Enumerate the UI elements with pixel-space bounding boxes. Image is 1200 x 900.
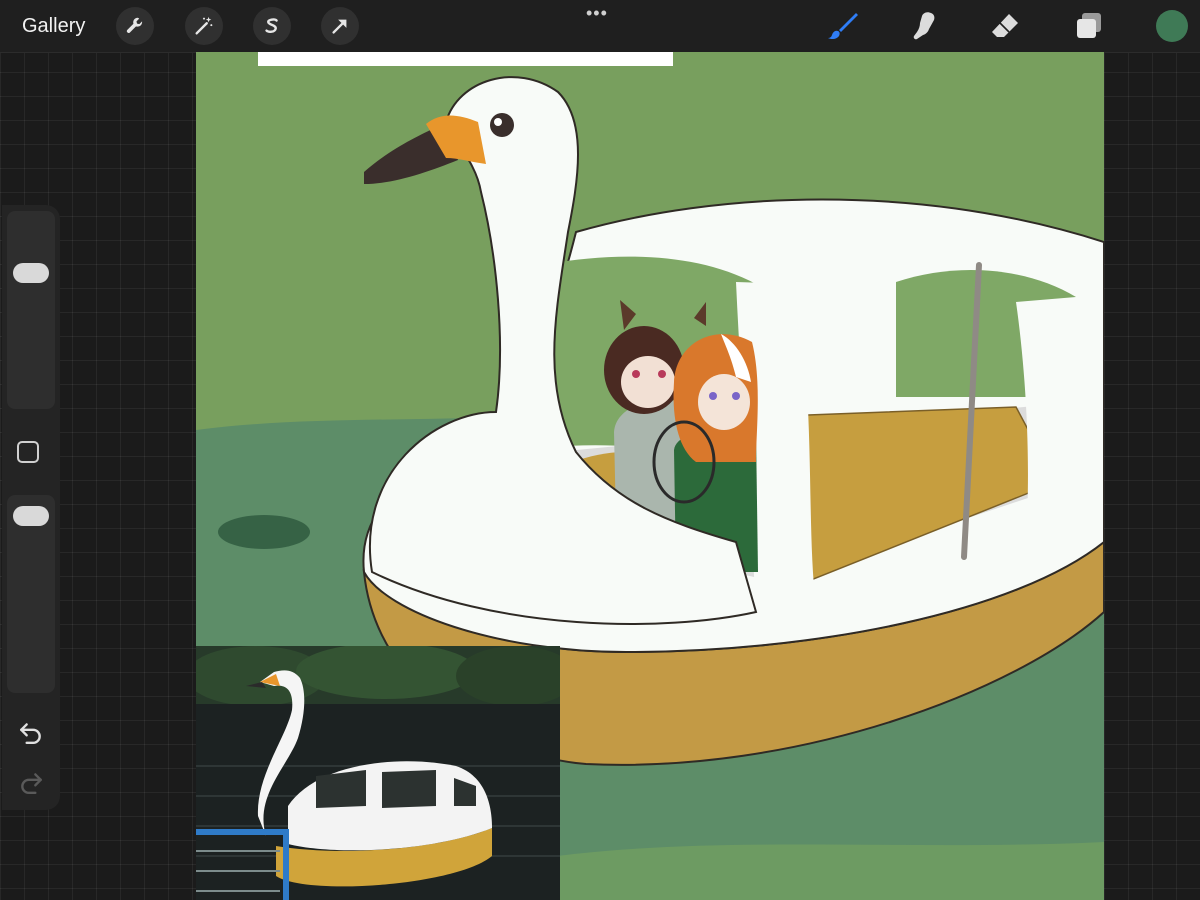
color-picker-swatch[interactable] (1156, 10, 1188, 42)
actions-wrench-button[interactable] (116, 7, 154, 45)
left-sidebar (2, 205, 60, 810)
eraser-tool-button[interactable] (988, 9, 1022, 43)
brush-icon (828, 13, 858, 40)
opacity-slider[interactable] (7, 495, 55, 693)
top-toolbar: Gallery ••• (0, 0, 1200, 53)
reference-photo-image (196, 646, 560, 900)
selection-s-icon (265, 18, 278, 33)
white-guide-strip (258, 52, 673, 66)
character-2-face (698, 374, 750, 430)
magic-wand-icon (195, 16, 213, 35)
reference-photo (196, 646, 560, 900)
adjustments-button[interactable] (185, 7, 223, 45)
selection-button[interactable] (253, 7, 291, 45)
layers-icon (1077, 13, 1101, 38)
brush-size-knob[interactable] (13, 262, 49, 283)
redo-icon (21, 773, 42, 795)
brush-tool-button[interactable] (826, 9, 860, 43)
wrench-icon (126, 17, 143, 33)
brush-size-slider[interactable] (7, 211, 55, 409)
redo-button[interactable] (16, 767, 46, 797)
drawing-canvas[interactable] (196, 52, 1104, 900)
undo-button[interactable] (16, 717, 46, 747)
modify-square-button[interactable] (17, 441, 39, 463)
eraser-icon (992, 14, 1018, 37)
transform-button[interactable] (321, 7, 359, 45)
smudge-finger-icon (913, 12, 935, 40)
swan-eye (490, 113, 514, 137)
layers-button[interactable] (1072, 9, 1106, 43)
opacity-knob[interactable] (13, 505, 49, 526)
more-options-dots[interactable]: ••• (586, 4, 608, 22)
dark-paint-smudge (218, 515, 310, 549)
undo-icon (20, 723, 41, 745)
transform-arrow-icon (332, 19, 347, 34)
character-1-face (621, 356, 675, 408)
smudge-tool-button[interactable] (908, 9, 942, 43)
gallery-button[interactable]: Gallery (22, 13, 85, 39)
